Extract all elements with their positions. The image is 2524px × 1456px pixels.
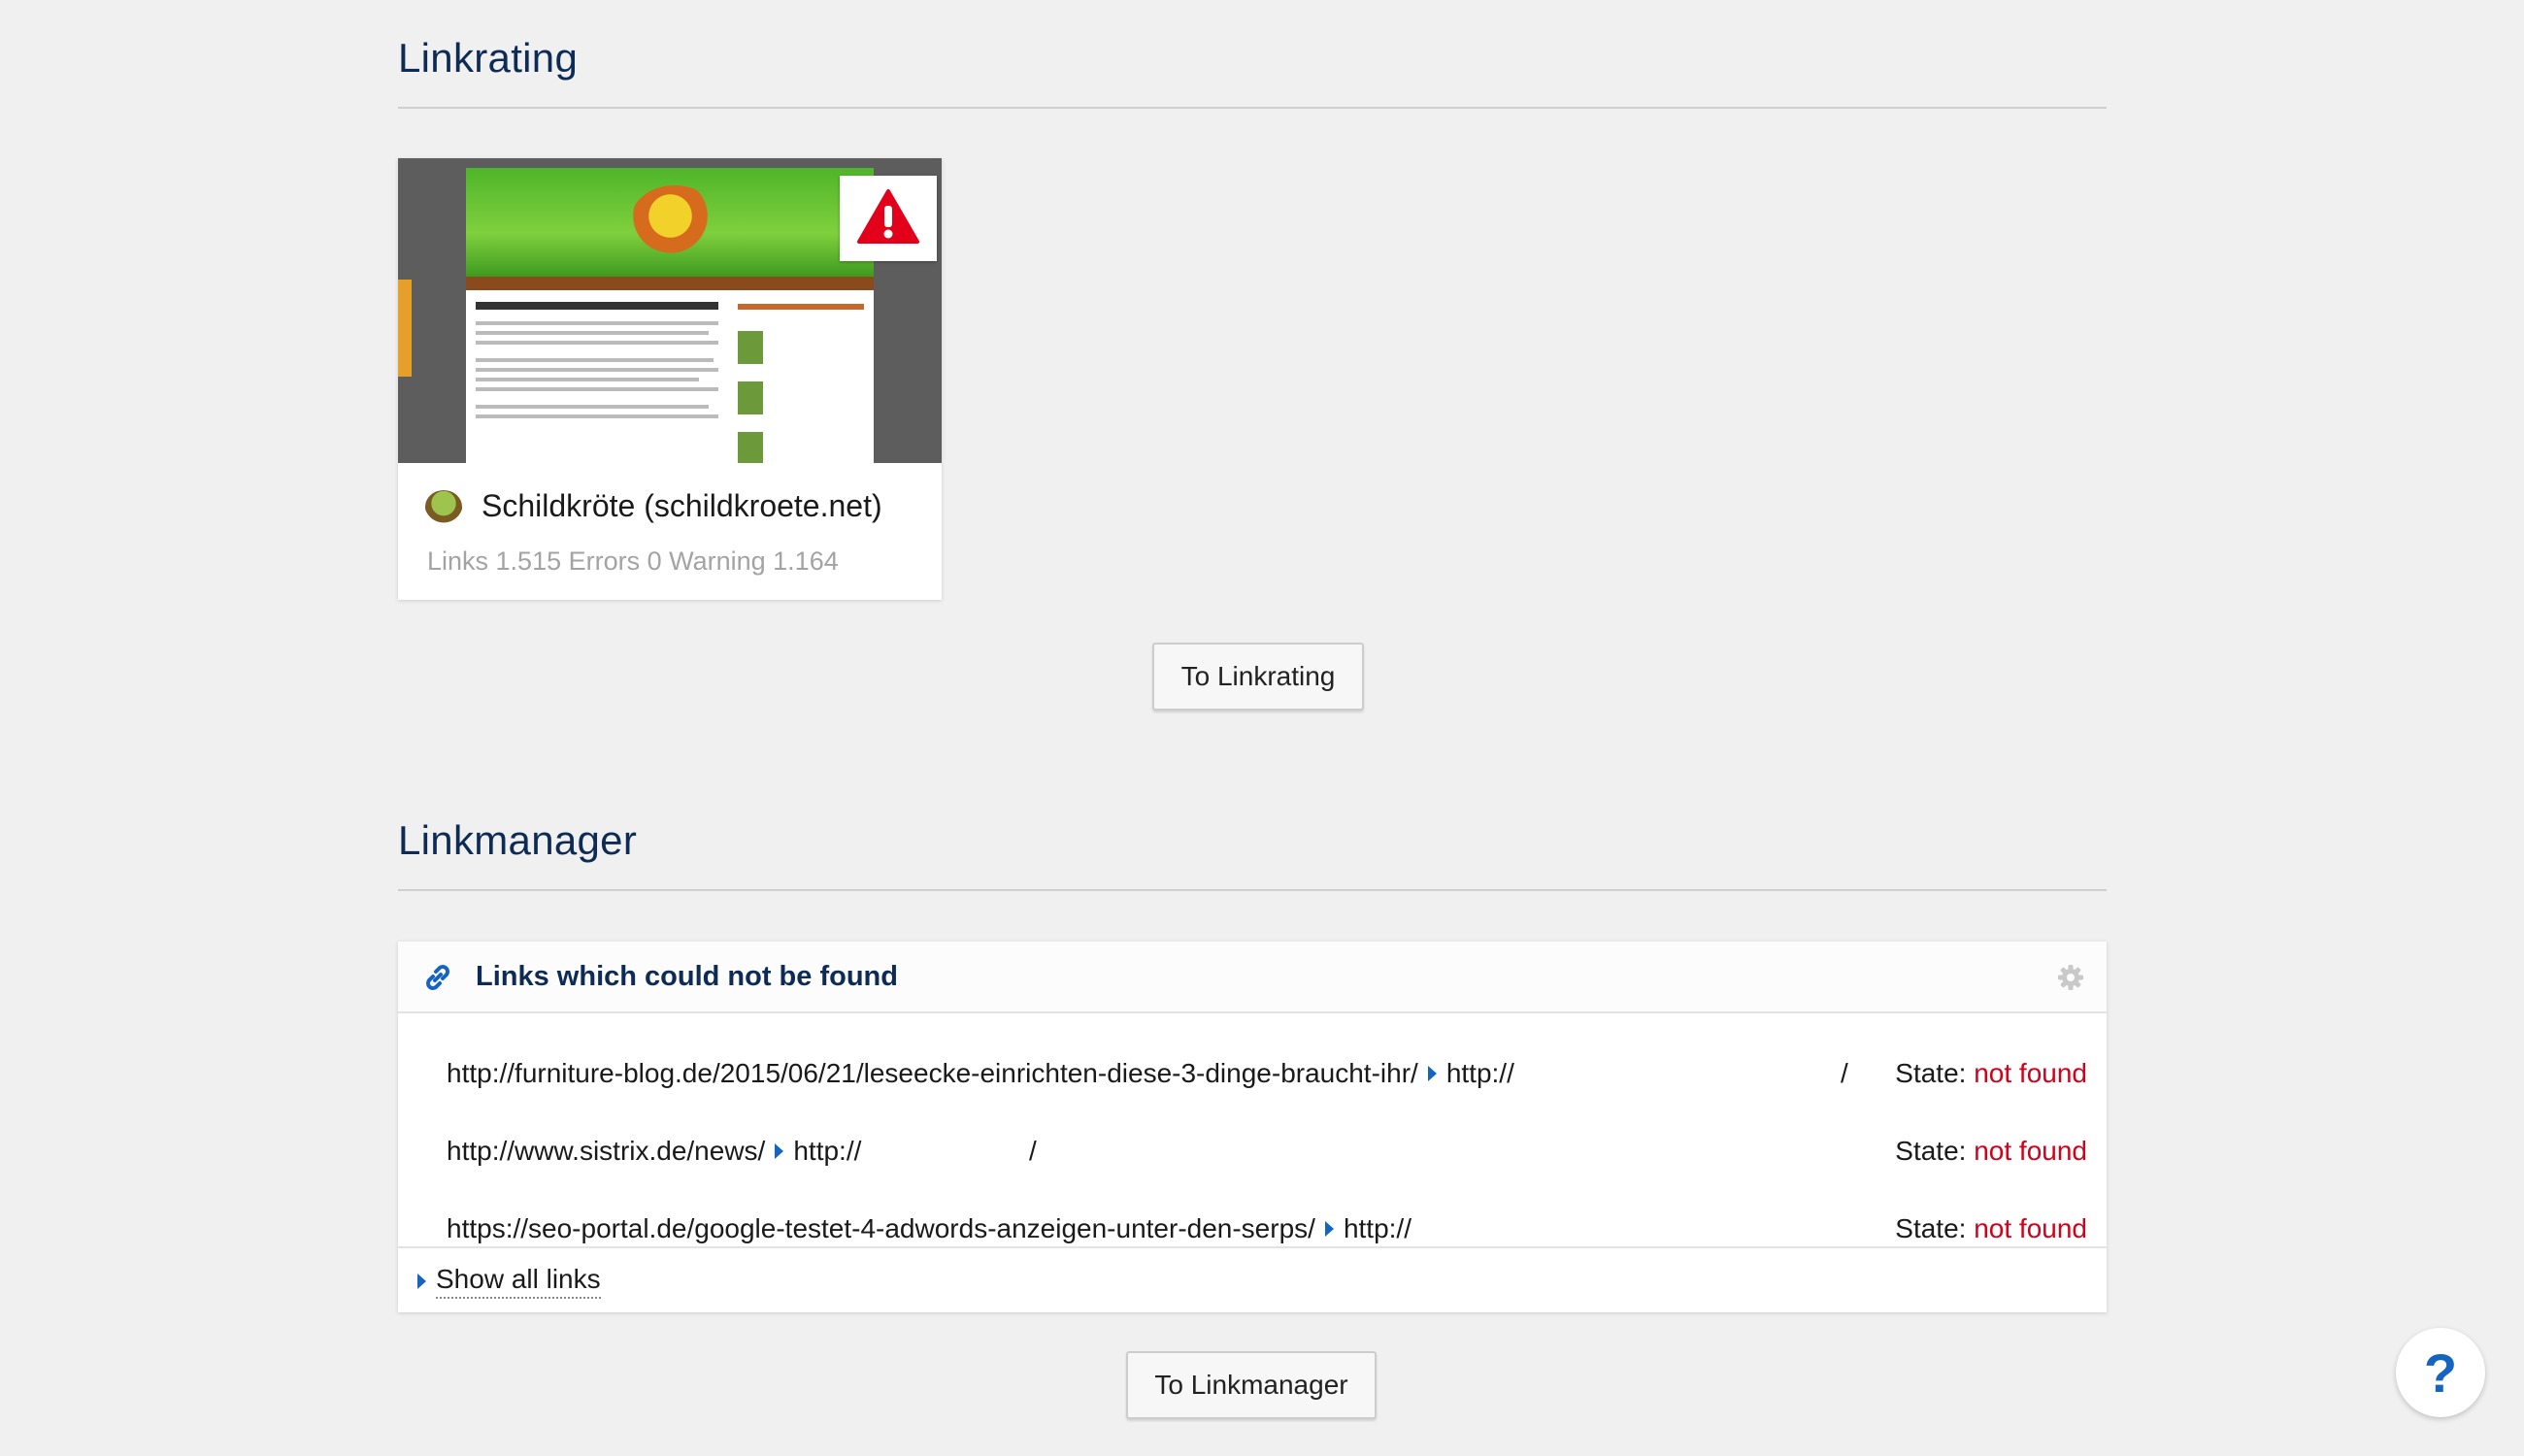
site-screenshot-thumbnail xyxy=(398,158,942,463)
linkrating-site-card[interactable]: Schildkröte (schildkroete.net) Links 1.5… xyxy=(398,158,942,600)
linkmanager-divider xyxy=(398,889,2107,891)
target-url-link[interactable]: http:// xyxy=(1344,1213,1411,1244)
warning-triangle-icon xyxy=(856,188,920,249)
panel-title: Links which could not be found xyxy=(476,961,898,992)
state-value: not found xyxy=(1974,1213,2087,1243)
target-url-tail: / xyxy=(1029,1136,1037,1166)
link-chain-icon xyxy=(421,961,454,999)
site-name: Schildkröte (schildkroete.net) xyxy=(482,488,882,523)
state-value: not found xyxy=(1974,1058,2087,1088)
target-url-link[interactable]: http:// xyxy=(793,1136,861,1167)
show-all-links-toggle[interactable]: Show all links xyxy=(417,1264,601,1299)
target-url-tail: / xyxy=(1841,1058,1848,1088)
site-title-row: Schildkröte (schildkroete.net) xyxy=(425,488,882,524)
state-value: not found xyxy=(1974,1136,2087,1166)
broken-link-row: http://www.sistrix.de/news/ http:// / St… xyxy=(447,1132,2087,1171)
linkrating-divider xyxy=(398,107,2107,109)
broken-link-row: https://seo-portal.de/google-testet-4-ad… xyxy=(447,1209,2087,1248)
link-state: State: not found xyxy=(1895,1058,2087,1088)
source-url-link[interactable]: http://furniture-blog.de/2015/06/21/lese… xyxy=(447,1058,1418,1089)
site-link-stats: Links 1.515 Errors 0 Warning 1.164 xyxy=(427,546,839,576)
panel-header: Links which could not be found xyxy=(398,942,2107,1013)
link-state: State: not found xyxy=(1895,1213,2087,1243)
link-state: State: not found xyxy=(1895,1136,2087,1166)
source-url-link[interactable]: https://seo-portal.de/google-testet-4-ad… xyxy=(447,1213,1315,1244)
broken-link-row: http://furniture-blog.de/2015/06/21/lese… xyxy=(447,1054,2087,1093)
to-linkrating-button[interactable]: To Linkrating xyxy=(1152,643,1364,711)
linkrating-heading: Linkrating xyxy=(398,35,579,81)
site-logo xyxy=(631,185,718,253)
help-button[interactable]: ? xyxy=(2396,1328,2485,1417)
linkmanager-heading: Linkmanager xyxy=(398,817,638,863)
turtle-favicon-icon xyxy=(425,489,462,523)
arrow-right-icon xyxy=(1427,1066,1437,1081)
target-url-link[interactable]: http:// xyxy=(1446,1058,1514,1089)
show-all-links-label: Show all links xyxy=(436,1264,601,1299)
warning-badge xyxy=(840,176,937,261)
expand-arrow-icon xyxy=(417,1274,426,1289)
arrow-right-icon xyxy=(775,1143,784,1159)
arrow-right-icon xyxy=(1324,1221,1334,1237)
broken-links-panel: Links which could not be found http://fu… xyxy=(398,942,2107,1312)
to-linkmanager-button[interactable]: To Linkmanager xyxy=(1126,1351,1377,1419)
panel-footer: Show all links xyxy=(398,1246,2107,1312)
source-url-link[interactable]: http://www.sistrix.de/news/ xyxy=(447,1136,765,1167)
gear-icon[interactable] xyxy=(2056,963,2085,997)
